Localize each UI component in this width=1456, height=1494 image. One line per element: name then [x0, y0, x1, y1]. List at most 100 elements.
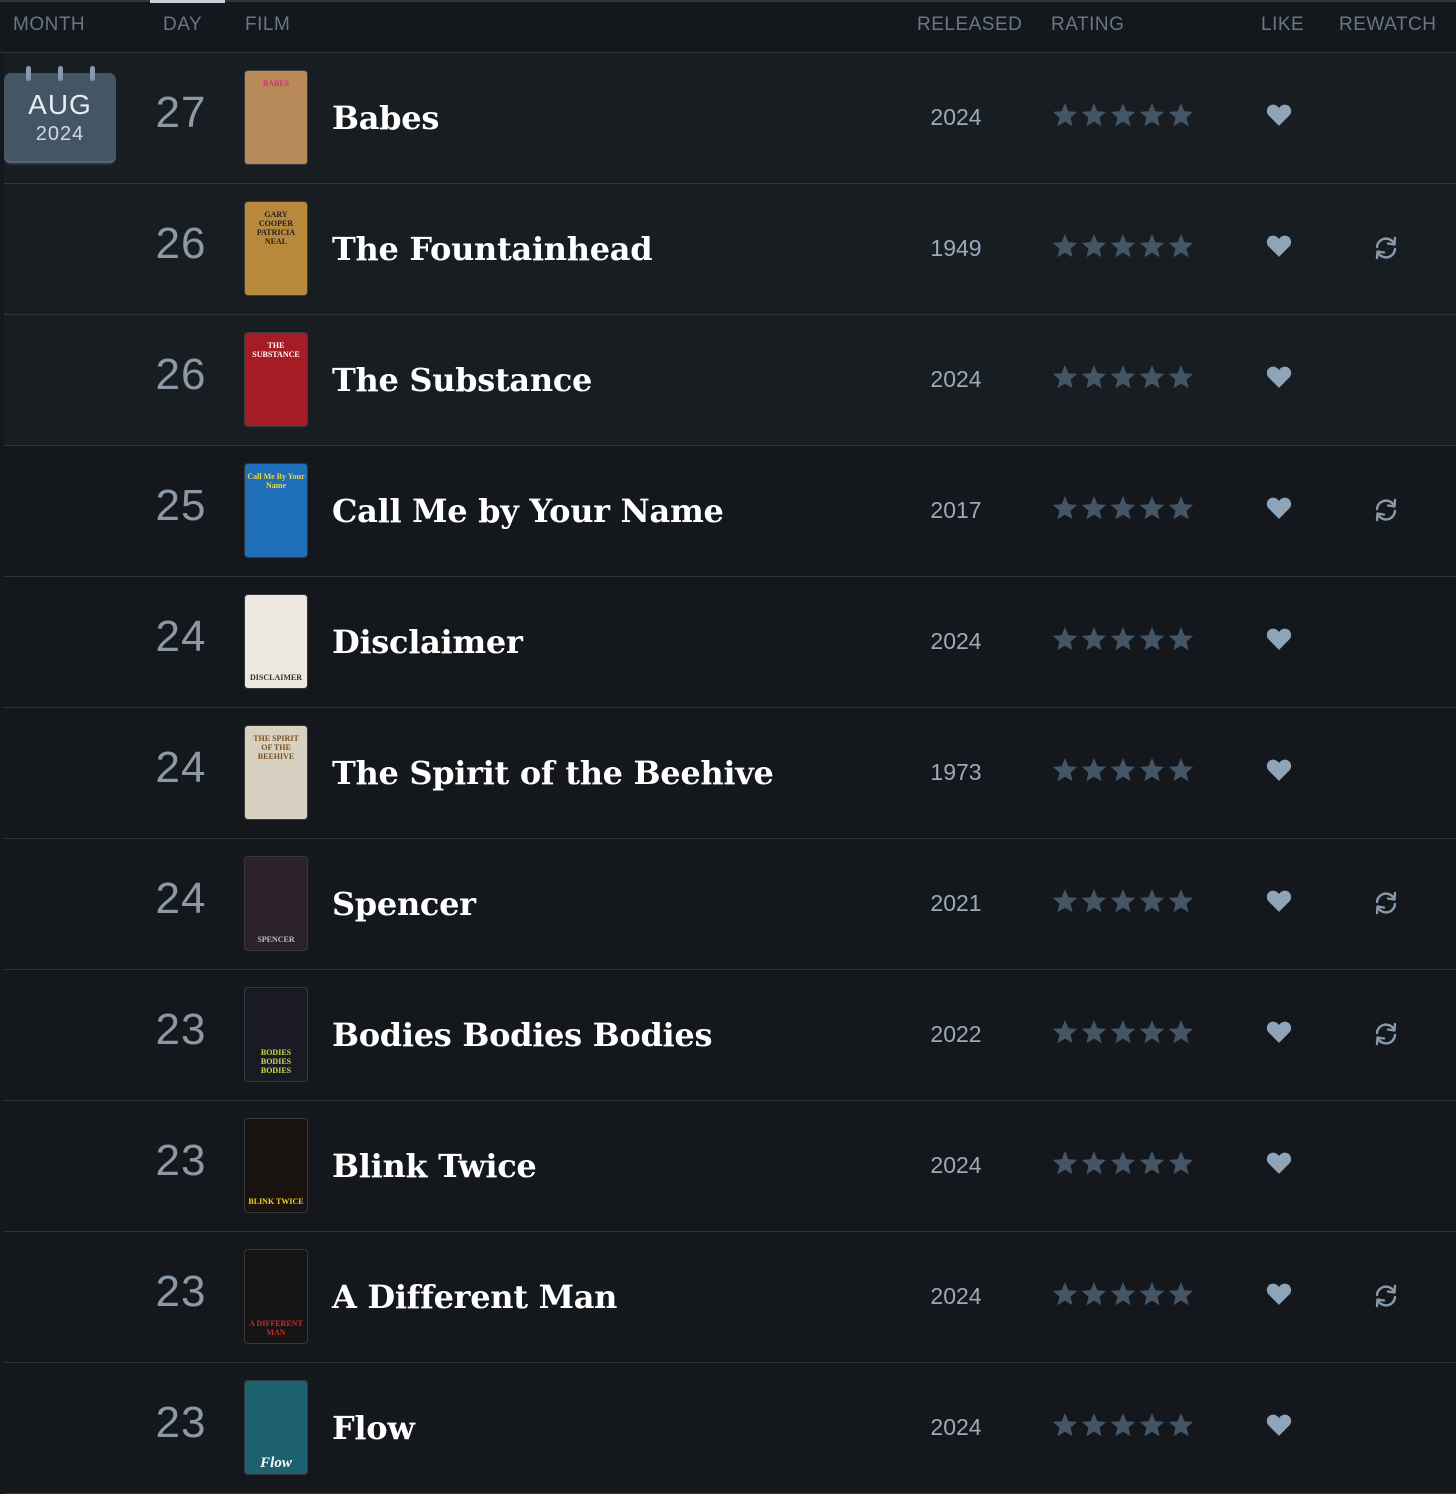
release-year[interactable]: 1949 — [916, 235, 996, 262]
diary-row-7[interactable]: 23 BODIES BODIES BODIES Bodies Bodies Bo… — [4, 970, 1456, 1101]
star-icon[interactable] — [1080, 756, 1108, 784]
star-icon[interactable] — [1167, 232, 1195, 260]
release-year[interactable]: 2024 — [916, 1414, 996, 1441]
diary-row-4[interactable]: 24 DISCLAIMER Disclaimer 2024 — [4, 577, 1456, 708]
diary-row-10[interactable]: 23 Flow Flow 2024 — [4, 1363, 1456, 1494]
release-year[interactable]: 2022 — [916, 1021, 996, 1048]
star-icon[interactable] — [1138, 756, 1166, 784]
heart-icon[interactable] — [1266, 758, 1292, 782]
rewatch-icon[interactable] — [1372, 1282, 1400, 1310]
star-icon[interactable] — [1167, 101, 1195, 129]
film-title[interactable]: Babes — [332, 99, 439, 137]
release-year[interactable]: 2024 — [916, 1152, 996, 1179]
film-title[interactable]: The Substance — [332, 361, 592, 399]
film-title[interactable]: Blink Twice — [332, 1147, 537, 1185]
star-icon[interactable] — [1167, 1411, 1195, 1439]
star-icon[interactable] — [1080, 625, 1108, 653]
star-icon[interactable] — [1080, 494, 1108, 522]
star-icon[interactable] — [1080, 101, 1108, 129]
star-icon[interactable] — [1109, 1018, 1137, 1046]
header-month[interactable]: MONTH — [13, 14, 85, 36]
rewatch-icon[interactable] — [1372, 234, 1400, 262]
star-icon[interactable] — [1051, 1018, 1079, 1046]
film-poster[interactable]: THE SPIRIT OF THE BEEHIVE — [245, 726, 307, 819]
release-year[interactable]: 2021 — [916, 890, 996, 917]
film-poster[interactable]: A DIFFERENT MAN — [245, 1250, 307, 1343]
diary-row-3[interactable]: 25 Call Me By Your Name Call Me by Your … — [4, 446, 1456, 577]
diary-row-9[interactable]: 23 A DIFFERENT MAN A Different Man 2024 — [4, 1232, 1456, 1363]
header-rewatch[interactable]: REWATCH — [1339, 14, 1436, 36]
film-title[interactable]: The Fountainhead — [332, 230, 653, 268]
star-icon[interactable] — [1051, 101, 1079, 129]
heart-icon[interactable] — [1266, 889, 1292, 913]
star-icon[interactable] — [1051, 494, 1079, 522]
star-icon[interactable] — [1138, 101, 1166, 129]
star-icon[interactable] — [1080, 363, 1108, 391]
star-icon[interactable] — [1167, 1018, 1195, 1046]
star-icon[interactable] — [1138, 494, 1166, 522]
star-icon[interactable] — [1109, 1149, 1137, 1177]
diary-day[interactable]: 27 — [154, 88, 208, 138]
release-year[interactable]: 2024 — [916, 366, 996, 393]
star-icon[interactable] — [1109, 101, 1137, 129]
rating-stars[interactable] — [1051, 1018, 1195, 1046]
film-title[interactable]: Bodies Bodies Bodies — [332, 1016, 712, 1054]
diary-row-1[interactable]: 26 GARY COOPER PATRICIA NEAL The Fountai… — [4, 184, 1456, 315]
film-title[interactable]: Flow — [332, 1409, 415, 1447]
heart-icon[interactable] — [1266, 1413, 1292, 1437]
star-icon[interactable] — [1080, 1411, 1108, 1439]
rating-stars[interactable] — [1051, 363, 1195, 391]
diary-row-2[interactable]: 26 THE SUBSTANCE The Substance 2024 — [4, 315, 1456, 446]
star-icon[interactable] — [1109, 887, 1137, 915]
star-icon[interactable] — [1109, 1411, 1137, 1439]
diary-row-0[interactable]: 27 BABES Babes 2024 AUG 2024 — [4, 53, 1456, 184]
rating-stars[interactable] — [1051, 756, 1195, 784]
diary-day[interactable]: 23 — [154, 1398, 208, 1448]
release-year[interactable]: 2024 — [916, 104, 996, 131]
heart-icon[interactable] — [1266, 627, 1292, 651]
header-day[interactable]: DAY — [163, 14, 202, 36]
star-icon[interactable] — [1080, 887, 1108, 915]
star-icon[interactable] — [1051, 756, 1079, 784]
star-icon[interactable] — [1080, 232, 1108, 260]
rating-stars[interactable] — [1051, 1280, 1195, 1308]
film-title[interactable]: Disclaimer — [332, 623, 523, 661]
diary-row-5[interactable]: 24 THE SPIRIT OF THE BEEHIVE The Spirit … — [4, 708, 1456, 839]
star-icon[interactable] — [1051, 887, 1079, 915]
star-icon[interactable] — [1138, 1018, 1166, 1046]
star-icon[interactable] — [1080, 1280, 1108, 1308]
star-icon[interactable] — [1138, 363, 1166, 391]
star-icon[interactable] — [1051, 1280, 1079, 1308]
heart-icon[interactable] — [1266, 1282, 1292, 1306]
diary-day[interactable]: 24 — [154, 874, 208, 924]
film-poster[interactable]: BABES — [245, 71, 307, 164]
release-year[interactable]: 2017 — [916, 497, 996, 524]
star-icon[interactable] — [1138, 232, 1166, 260]
rewatch-icon[interactable] — [1372, 1020, 1400, 1048]
star-icon[interactable] — [1109, 494, 1137, 522]
film-poster[interactable]: SPENCER — [245, 857, 307, 950]
star-icon[interactable] — [1167, 756, 1195, 784]
film-poster[interactable]: BODIES BODIES BODIES — [245, 988, 307, 1081]
star-icon[interactable] — [1109, 363, 1137, 391]
star-icon[interactable] — [1167, 1280, 1195, 1308]
star-icon[interactable] — [1051, 625, 1079, 653]
star-icon[interactable] — [1109, 756, 1137, 784]
diary-day[interactable]: 24 — [154, 743, 208, 793]
heart-icon[interactable] — [1266, 103, 1292, 127]
month-calendar-badge[interactable]: AUG 2024 — [4, 66, 116, 161]
star-icon[interactable] — [1138, 887, 1166, 915]
star-icon[interactable] — [1138, 1280, 1166, 1308]
star-icon[interactable] — [1109, 232, 1137, 260]
diary-row-8[interactable]: 23 BLINK TWICE Blink Twice 2024 — [4, 1101, 1456, 1232]
rating-stars[interactable] — [1051, 887, 1195, 915]
film-title[interactable]: Call Me by Your Name — [332, 492, 724, 530]
diary-day[interactable]: 25 — [154, 481, 208, 531]
rating-stars[interactable] — [1051, 232, 1195, 260]
diary-day[interactable]: 24 — [154, 612, 208, 662]
film-title[interactable]: Spencer — [332, 885, 476, 923]
rewatch-icon[interactable] — [1372, 889, 1400, 917]
header-like[interactable]: LIKE — [1261, 14, 1304, 36]
heart-icon[interactable] — [1266, 365, 1292, 389]
header-rating[interactable]: RATING — [1051, 14, 1124, 36]
